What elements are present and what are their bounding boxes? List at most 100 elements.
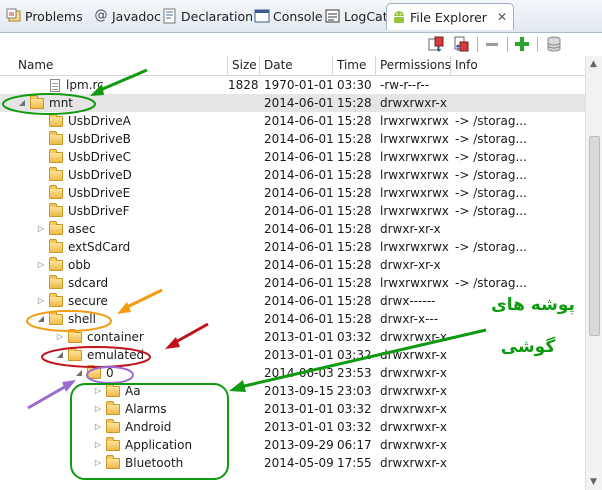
table-row[interactable]: ◢ 0 2014-06-03 23:53 drwxrwxr-x — [0, 364, 585, 382]
tab-label: Declaration — [181, 8, 254, 24]
expand-icon[interactable]: ▷ — [93, 436, 103, 454]
table-row[interactable]: UsbDriveA 2014-06-01 15:28 lrwxrwxrwx -> /st… — [0, 112, 585, 130]
name-cell[interactable]: extSdCard — [36, 238, 227, 256]
file-name: shell — [68, 312, 96, 326]
table-row[interactable]: UsbDriveD 2014-06-01 15:28 lrwxrwxrwx -> /st… — [0, 166, 585, 184]
file-name: asec — [68, 222, 96, 236]
table-row[interactable]: UsbDriveC 2014-06-01 15:28 lrwxrwxrwx -> /st… — [0, 148, 585, 166]
name-cell[interactable]: sdcard — [36, 274, 227, 292]
push-file-icon[interactable] — [452, 35, 470, 53]
name-cell[interactable]: UsbDriveE — [36, 184, 227, 202]
folder-icon — [49, 112, 63, 127]
time-cell: 17:55 — [337, 456, 372, 470]
folder-icon — [49, 274, 63, 289]
name-cell[interactable]: ◢ mnt — [17, 94, 227, 112]
column-header-size[interactable]: Size — [228, 56, 260, 75]
name-cell[interactable]: ▷ asec — [36, 220, 227, 238]
tab-declaration[interactable]: Declaration — [162, 5, 253, 27]
name-cell[interactable]: UsbDriveB — [36, 130, 227, 148]
folder-icon — [106, 418, 120, 433]
name-cell[interactable]: ▷ Application — [93, 436, 227, 454]
name-cell[interactable]: UsbDriveC — [36, 148, 227, 166]
time-cell: 06:17 — [337, 438, 372, 452]
name-cell[interactable]: UsbDriveD — [36, 166, 227, 184]
time-cell: 15:28 — [337, 150, 372, 164]
table-row[interactable]: lpm.rc 1828 1970-01-01 03:30 -rw-r--r-- — [0, 76, 585, 94]
scroll-down-icon[interactable]: ▼ — [590, 477, 597, 487]
column-header-permissions[interactable]: Permissions — [376, 56, 451, 75]
expand-icon[interactable]: ▷ — [93, 382, 103, 400]
scroll-up-icon[interactable]: ▲ — [590, 59, 597, 69]
collapse-icon[interactable]: ◢ — [74, 364, 84, 382]
name-cell[interactable]: UsbDriveF — [36, 202, 227, 220]
delete-icon[interactable] — [483, 35, 501, 53]
table-row[interactable]: ▷ Bluetooth 2014-05-09 17:55 drwxrwxr-x — [0, 454, 585, 472]
name-cell[interactable]: ▷ Bluetooth — [93, 454, 227, 472]
table-row[interactable]: UsbDriveB 2014-06-01 15:28 lrwxrwxrwx -> /st… — [0, 130, 585, 148]
date-cell: 2013-01-01 — [264, 402, 334, 416]
annotation-text-line1: پوشه های — [491, 295, 575, 315]
column-header-name[interactable]: Name — [14, 56, 228, 75]
name-cell[interactable]: ▷ obb — [36, 256, 227, 274]
name-cell[interactable]: ▷ container — [55, 328, 227, 346]
tab-console[interactable]: Console — [254, 5, 323, 27]
table-row[interactable]: UsbDriveE 2014-06-01 15:28 lrwxrwxrwx -> /st… — [0, 184, 585, 202]
pull-file-icon[interactable] — [427, 35, 445, 53]
date-cell: 2014-06-01 — [264, 222, 334, 236]
table-row[interactable]: extSdCard 2014-06-01 15:28 lrwxrwxrwx -> /st… — [0, 238, 585, 256]
problems-icon — [6, 8, 22, 24]
name-cell[interactable]: ▷ Aa — [93, 382, 227, 400]
name-cell[interactable]: lpm.rc — [36, 76, 227, 94]
file-name: obb — [68, 258, 91, 272]
table-row[interactable]: ▷ Aa 2013-09-15 23:03 drwxrwxr-x — [0, 382, 585, 400]
new-folder-icon[interactable] — [513, 35, 531, 53]
date-cell: 2014-06-01 — [264, 96, 334, 110]
permissions-cell: drwxrwxr-x — [380, 384, 447, 398]
view-menu-icon[interactable] — [545, 35, 563, 53]
expand-icon[interactable]: ▷ — [55, 328, 65, 346]
name-cell[interactable]: ▷ Alarms — [93, 400, 227, 418]
expand-icon[interactable]: ▷ — [93, 454, 103, 472]
folder-icon — [68, 328, 82, 343]
name-cell[interactable]: ◢ emulated — [55, 346, 227, 364]
tab-problems[interactable]: Problems — [6, 5, 83, 27]
time-cell: 15:28 — [337, 132, 372, 146]
table-row[interactable]: ▷ Android 2013-01-01 03:32 drwxrwxr-x — [0, 418, 585, 436]
table-row[interactable]: ▷ Application 2013-09-29 06:17 drwxrwxr-x — [0, 436, 585, 454]
time-cell: 15:28 — [337, 294, 372, 308]
expand-icon[interactable]: ▷ — [93, 400, 103, 418]
scrollbar-thumb[interactable] — [589, 136, 600, 336]
table-row[interactable]: ◢ mnt 2014-06-01 15:28 drwxrwxr-x — [0, 94, 585, 112]
name-cell[interactable]: ▷ Android — [93, 418, 227, 436]
close-icon[interactable]: ✕ — [497, 10, 507, 24]
column-header-info[interactable]: Info — [451, 56, 585, 75]
file-icon — [50, 78, 60, 92]
table-row[interactable]: ▷ asec 2014-06-01 15:28 drwxr-xr-x — [0, 220, 585, 238]
collapse-icon[interactable]: ◢ — [36, 310, 46, 328]
file-name: lpm.rc — [66, 78, 104, 92]
expand-icon[interactable]: ▷ — [93, 418, 103, 436]
column-header-time[interactable]: Time — [333, 56, 376, 75]
vertical-scrollbar[interactable]: ▲ ▼ — [585, 56, 602, 490]
time-cell: 03:32 — [337, 420, 372, 434]
table-row[interactable]: sdcard 2014-06-01 15:28 lrwxrwxrwx -> /stora… — [0, 274, 585, 292]
collapse-icon[interactable]: ◢ — [55, 346, 65, 364]
table-row[interactable]: ▷ Alarms 2013-01-01 03:32 drwxrwxr-x — [0, 400, 585, 418]
tab-file-explorer[interactable]: File Explorer ✕ — [386, 3, 514, 30]
column-header-date[interactable]: Date — [260, 56, 333, 75]
expand-icon[interactable]: ▷ — [36, 256, 46, 274]
expand-icon[interactable]: ▷ — [36, 292, 46, 310]
table-row[interactable]: UsbDriveF 2014-06-01 15:28 lrwxrwxrwx -> /st… — [0, 202, 585, 220]
tab-javadoc[interactable]: @ Javadoc — [93, 5, 161, 27]
name-cell[interactable]: ▷ secure — [36, 292, 227, 310]
toolbar-separator — [537, 37, 538, 52]
name-cell[interactable]: ◢ 0 — [74, 364, 227, 382]
table-row[interactable]: ▷ obb 2014-06-01 15:28 drwxr-xr-x — [0, 256, 585, 274]
name-cell[interactable]: UsbDriveA — [36, 112, 227, 130]
collapse-icon[interactable]: ◢ — [17, 94, 27, 112]
expand-icon[interactable]: ▷ — [36, 220, 46, 238]
logcat-icon — [325, 8, 341, 24]
tab-logcat[interactable]: LogCat — [325, 5, 388, 27]
name-cell[interactable]: ◢ shell — [36, 310, 227, 328]
